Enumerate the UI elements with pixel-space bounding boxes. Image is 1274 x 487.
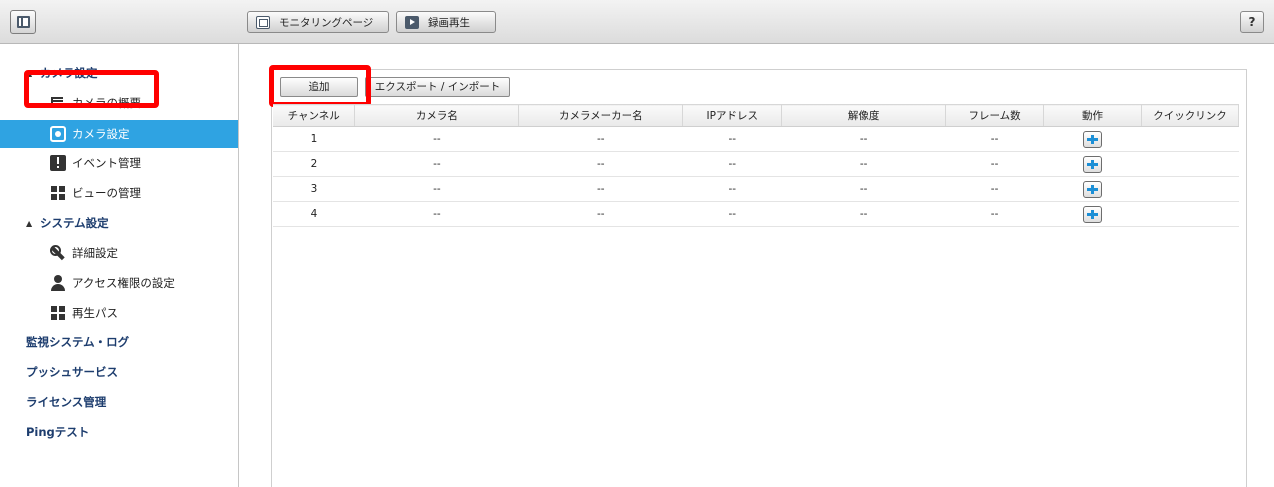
sidebar-item-access-rights[interactable]: アクセス権限の設定 [0, 269, 238, 297]
cell-camera-maker: -- [518, 151, 683, 177]
cell-quick-link [1141, 201, 1239, 227]
cell-frame-count: -- [945, 201, 1044, 227]
play-icon [405, 15, 419, 29]
cell-camera-name: -- [354, 201, 519, 227]
header-camera-name[interactable]: カメラ名 [354, 104, 520, 127]
sidebar-group-system-settings[interactable]: ▲ システム設定 [0, 209, 238, 237]
monitoring-page-button[interactable]: モニタリングページ [247, 11, 389, 33]
cell-action [1043, 176, 1142, 202]
grid-icon [50, 185, 66, 201]
header-action[interactable]: 動作 [1043, 104, 1142, 127]
header-camera-maker[interactable]: カメラメーカー名 [518, 104, 684, 127]
cell-channel: 4 [273, 201, 355, 227]
cell-camera-maker: -- [518, 126, 683, 152]
cell-channel: 1 [273, 126, 355, 152]
cell-camera-name: -- [354, 151, 519, 177]
table-header-row: チャンネル カメラ名 カメラメーカー名 IPアドレス 解像度 フレーム数 動作 … [273, 104, 1239, 127]
cell-frame-count: -- [945, 126, 1044, 152]
header-channel[interactable]: チャンネル [273, 104, 356, 127]
add-camera-plus-icon[interactable] [1083, 205, 1103, 223]
cell-ip-address: -- [682, 151, 782, 177]
cell-camera-maker: -- [518, 176, 683, 202]
help-button[interactable]: ? [1240, 11, 1264, 33]
menu-panel-icon [17, 16, 30, 28]
cell-quick-link [1141, 151, 1239, 177]
alert-icon [50, 155, 66, 171]
add-camera-plus-icon[interactable] [1083, 155, 1103, 173]
sidebar-item-license-management[interactable]: ライセンス管理 [0, 388, 238, 416]
playback-button[interactable]: 録画再生 [396, 11, 496, 33]
header-frame-count[interactable]: フレーム数 [945, 104, 1045, 127]
camera-icon [50, 126, 66, 142]
cell-resolution: -- [781, 201, 946, 227]
sidebar-item-push-service[interactable]: プッシュサービス [0, 358, 238, 386]
header-ip-address[interactable]: IPアドレス [682, 104, 783, 127]
cell-resolution: -- [781, 151, 946, 177]
cell-frame-count: -- [945, 176, 1044, 202]
sidebar: ▲ カメラ設定 カメラの概要 カメラ設定 イベント管理 ビューの管理 ▲ システ… [0, 44, 239, 487]
cell-camera-name: -- [354, 126, 519, 152]
highlight-box-add [269, 65, 371, 107]
monitoring-page-label: モニタリングページ [279, 16, 374, 29]
wrench-icon [50, 245, 66, 261]
cell-resolution: -- [781, 176, 946, 202]
header-quick-link[interactable]: クイックリンク [1141, 104, 1239, 127]
table-row[interactable]: 1 -- -- -- -- -- [273, 126, 1239, 152]
cell-frame-count: -- [945, 151, 1044, 177]
sidebar-item-surveillance-log[interactable]: 監視システム・ログ [0, 328, 238, 356]
cell-camera-name: -- [354, 176, 519, 202]
table-row[interactable]: 2 -- -- -- -- -- [273, 151, 1239, 177]
monitor-icon [256, 15, 270, 29]
playback-label: 録画再生 [428, 16, 470, 29]
table-row[interactable]: 4 -- -- -- -- -- [273, 201, 1239, 227]
cell-camera-maker: -- [518, 201, 683, 227]
cell-channel: 3 [273, 176, 355, 202]
sidebar-item-view-management[interactable]: ビューの管理 [0, 179, 238, 207]
add-camera-plus-icon[interactable] [1083, 130, 1103, 148]
table-row[interactable]: 3 -- -- -- -- -- [273, 176, 1239, 202]
cell-ip-address: -- [682, 176, 782, 202]
grid-icon [50, 305, 66, 321]
cell-action [1043, 201, 1142, 227]
cell-ip-address: -- [682, 126, 782, 152]
collapse-triangle-icon: ▲ [26, 218, 33, 228]
top-toolbar: モニタリングページ 録画再生 ? [0, 0, 1274, 44]
sidebar-item-event-management[interactable]: イベント管理 [0, 149, 238, 177]
cell-quick-link [1141, 126, 1239, 152]
add-camera-plus-icon[interactable] [1083, 180, 1103, 198]
sidebar-item-advanced-settings[interactable]: 詳細設定 [0, 239, 238, 267]
cell-resolution: -- [781, 126, 946, 152]
export-import-button[interactable]: エクスポート / インポート [365, 77, 510, 97]
cell-channel: 2 [273, 151, 355, 177]
header-resolution[interactable]: 解像度 [781, 104, 947, 127]
sidebar-item-playback-path[interactable]: 再生パス [0, 299, 238, 327]
camera-table: チャンネル カメラ名 カメラメーカー名 IPアドレス 解像度 フレーム数 動作 … [273, 104, 1239, 227]
user-icon [50, 275, 66, 291]
main-menu-button[interactable] [10, 10, 36, 34]
cell-action [1043, 126, 1142, 152]
sidebar-item-ping-test[interactable]: Pingテスト [0, 418, 238, 446]
cell-quick-link [1141, 176, 1239, 202]
cell-ip-address: -- [682, 201, 782, 227]
cell-action [1043, 151, 1142, 177]
highlight-box-camera-settings [24, 70, 159, 108]
sidebar-item-camera-settings[interactable]: カメラ設定 [0, 120, 238, 148]
